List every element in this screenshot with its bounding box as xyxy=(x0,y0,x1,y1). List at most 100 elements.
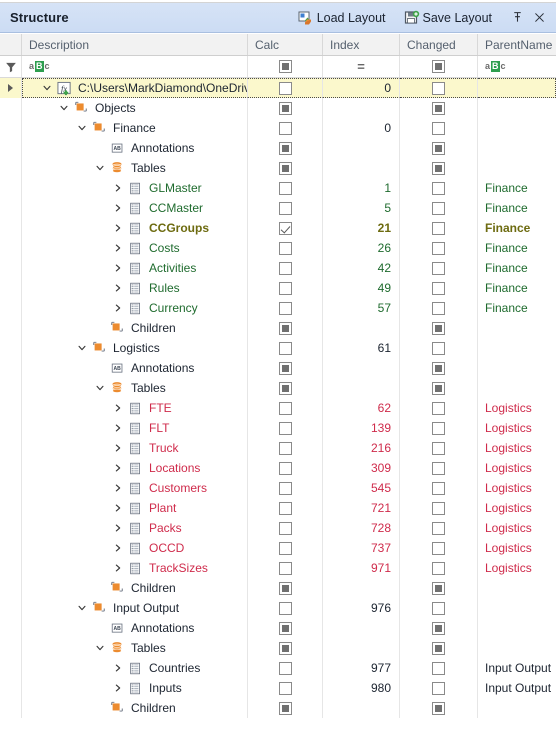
table-row[interactable]: CCGroups 21 Finance xyxy=(0,218,556,238)
tree-expander-down-icon[interactable] xyxy=(74,118,90,138)
cell-index[interactable]: 57 xyxy=(323,298,400,318)
cell-changed[interactable] xyxy=(400,138,478,158)
changed-checkbox[interactable] xyxy=(432,681,445,695)
cell-changed[interactable] xyxy=(400,418,478,438)
tree-expander-right-icon[interactable] xyxy=(110,478,126,498)
cell-changed[interactable] xyxy=(400,678,478,698)
cell-parentname[interactable] xyxy=(478,138,556,158)
cell-changed[interactable] xyxy=(400,318,478,338)
cell-calc[interactable] xyxy=(248,418,323,438)
changed-checkbox[interactable] xyxy=(432,441,445,455)
table-row[interactable]: Inputs 980 Input Output xyxy=(0,678,556,698)
cell-description[interactable]: Children xyxy=(22,578,248,598)
table-row[interactable]: Tables xyxy=(0,158,556,178)
table-row[interactable]: Tables xyxy=(0,638,556,658)
cell-description[interactable]: FTE xyxy=(22,398,248,418)
cell-changed[interactable] xyxy=(400,278,478,298)
cell-index[interactable]: 21 xyxy=(323,218,400,238)
table-row[interactable]: AB Annotations xyxy=(0,618,556,638)
table-row[interactable]: Locations 309 Logistics xyxy=(0,458,556,478)
cell-description[interactable]: OCCD xyxy=(22,538,248,558)
cell-changed[interactable] xyxy=(400,258,478,278)
cell-calc[interactable] xyxy=(248,398,323,418)
table-row[interactable]: Customers 545 Logistics xyxy=(0,478,556,498)
filter-index-cell[interactable]: = xyxy=(323,56,400,77)
changed-checkbox[interactable] xyxy=(432,201,445,215)
cell-index[interactable]: 977 xyxy=(323,658,400,678)
cell-index[interactable]: 26 xyxy=(323,238,400,258)
calc-checkbox[interactable] xyxy=(278,421,292,435)
cell-changed[interactable] xyxy=(400,358,478,378)
tree-expander-down-icon[interactable] xyxy=(92,158,108,178)
tree-expander-right-icon[interactable] xyxy=(110,218,126,238)
cell-parentname[interactable]: Finance xyxy=(478,198,556,218)
table-row[interactable]: Logistics 61 xyxy=(0,338,556,358)
calc-checkbox[interactable] xyxy=(278,601,292,615)
filter-calc-cell[interactable] xyxy=(248,56,323,77)
cell-description[interactable]: Truck xyxy=(22,438,248,458)
changed-checkbox[interactable] xyxy=(432,461,445,475)
cell-index[interactable]: 61 xyxy=(323,338,400,358)
cell-index[interactable]: 0 xyxy=(323,118,400,138)
table-row[interactable]: Input Output 976 xyxy=(0,598,556,618)
cell-parentname[interactable] xyxy=(478,158,556,178)
cell-description[interactable]: Tables xyxy=(22,158,248,178)
tree-expander-right-icon[interactable] xyxy=(110,198,126,218)
cell-changed[interactable] xyxy=(400,558,478,578)
cell-changed[interactable] xyxy=(400,338,478,358)
calc-checkbox[interactable] xyxy=(278,401,292,415)
changed-checkbox[interactable] xyxy=(432,501,445,515)
cell-index[interactable]: 545 xyxy=(323,478,400,498)
cell-parentname[interactable]: Input Output xyxy=(478,678,556,698)
cell-calc[interactable] xyxy=(248,338,323,358)
cell-parentname[interactable]: Finance xyxy=(478,278,556,298)
table-row[interactable]: Children xyxy=(0,698,556,718)
filter-changed-cell[interactable] xyxy=(400,56,478,77)
cell-calc[interactable] xyxy=(248,78,323,98)
cell-index[interactable]: 49 xyxy=(323,278,400,298)
calc-checkbox[interactable] xyxy=(278,501,292,515)
cell-calc[interactable] xyxy=(248,298,323,318)
column-header-index[interactable]: Index xyxy=(323,34,400,55)
cell-index[interactable]: 309 xyxy=(323,458,400,478)
cell-calc[interactable] xyxy=(248,378,323,398)
changed-checkbox[interactable] xyxy=(432,661,445,675)
cell-index[interactable]: 1 xyxy=(323,178,400,198)
cell-description[interactable]: Inputs xyxy=(22,678,248,698)
tree-expander-right-icon[interactable] xyxy=(110,558,126,578)
cell-calc[interactable] xyxy=(248,238,323,258)
cell-calc[interactable] xyxy=(248,578,323,598)
changed-checkbox[interactable] xyxy=(432,121,445,135)
cell-parentname[interactable]: Logistics xyxy=(478,518,556,538)
cell-index[interactable]: 971 xyxy=(323,558,400,578)
table-row[interactable]: CCMaster 5 Finance xyxy=(0,198,556,218)
cell-description[interactable]: fx C:\Users\MarkDiamond\OneDrive - ... xyxy=(22,78,248,98)
cell-calc[interactable] xyxy=(248,618,323,638)
calc-checkbox[interactable] xyxy=(278,561,292,575)
cell-parentname[interactable] xyxy=(478,598,556,618)
calc-checkbox[interactable] xyxy=(278,181,292,195)
calc-checkbox[interactable] xyxy=(278,301,292,315)
cell-parentname[interactable]: Logistics xyxy=(478,438,556,458)
cell-changed[interactable] xyxy=(400,98,478,118)
tree-expander-down-icon[interactable] xyxy=(92,378,108,398)
cell-calc[interactable] xyxy=(248,438,323,458)
changed-checkbox[interactable] xyxy=(432,221,445,235)
table-row[interactable]: Children xyxy=(0,578,556,598)
changed-checkbox[interactable] xyxy=(432,421,445,435)
cell-calc[interactable] xyxy=(248,558,323,578)
table-row[interactable]: AB Annotations xyxy=(0,138,556,158)
cell-index[interactable]: 976 xyxy=(323,598,400,618)
tree-expander-right-icon[interactable] xyxy=(110,398,126,418)
table-row[interactable]: Truck 216 Logistics xyxy=(0,438,556,458)
cell-index[interactable]: 216 xyxy=(323,438,400,458)
filter-description-cell[interactable]: aBc xyxy=(22,56,248,77)
tree-expander-right-icon[interactable] xyxy=(110,438,126,458)
cell-parentname[interactable] xyxy=(478,638,556,658)
tree-expander-down-icon[interactable] xyxy=(92,638,108,658)
cell-description[interactable]: Countries xyxy=(22,658,248,678)
table-row[interactable]: Children xyxy=(0,318,556,338)
cell-description[interactable]: Customers xyxy=(22,478,248,498)
calc-checkbox[interactable] xyxy=(278,341,292,355)
table-row[interactable]: Packs 728 Logistics xyxy=(0,518,556,538)
